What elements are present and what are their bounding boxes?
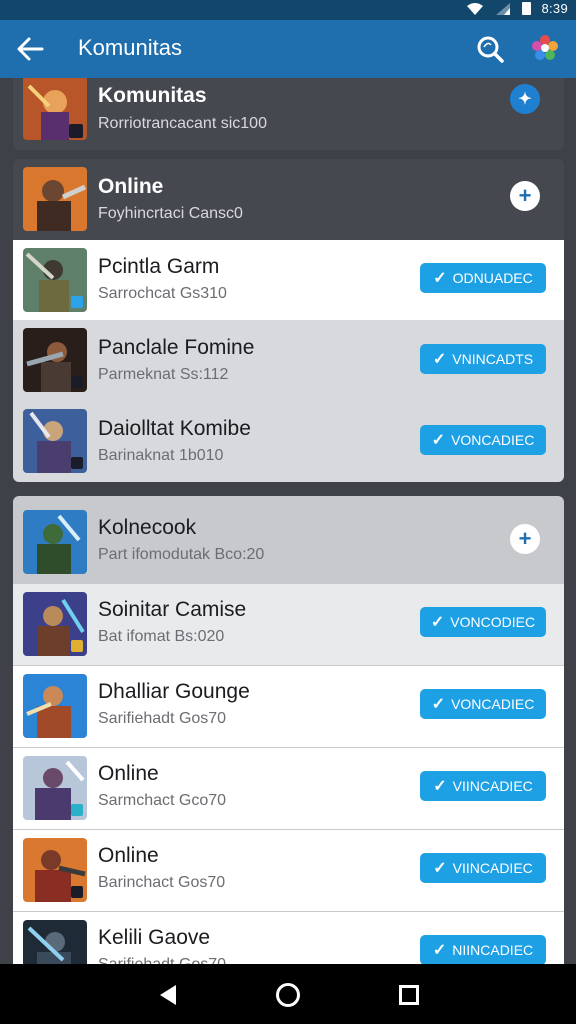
download-button-label: VIINCADIEC bbox=[452, 860, 533, 876]
item-title: Dhalliar Gounge bbox=[98, 680, 250, 703]
download-button-label: VIINCADIEC bbox=[452, 778, 533, 794]
game-thumbnail bbox=[23, 920, 87, 964]
item-title: Pcintla Garm bbox=[98, 255, 220, 278]
community-section: Online Foyhincrtaci Cansc0 + Pcintla Gar… bbox=[13, 159, 564, 482]
section-title: Kolnecook bbox=[98, 516, 197, 539]
item-subtitle: Sarifiehadt Gos70 bbox=[98, 956, 226, 964]
navigation-bar bbox=[0, 964, 576, 1024]
item-subtitle: Sarmchact Gco70 bbox=[98, 792, 227, 809]
download-button-label: VONCADIEC bbox=[451, 432, 535, 448]
game-thumbnail bbox=[23, 248, 87, 312]
search-icon[interactable] bbox=[474, 33, 506, 65]
add-button[interactable]: + bbox=[510, 181, 540, 211]
status-bar: 8:39 bbox=[0, 0, 576, 20]
section-header[interactable]: Komunitas Rorriotrancacant sic100 ✦ bbox=[13, 78, 564, 150]
game-thumbnail bbox=[23, 328, 87, 392]
game-thumbnail bbox=[23, 78, 87, 140]
game-thumbnail bbox=[23, 756, 87, 820]
check-icon: ✓ bbox=[430, 614, 445, 631]
download-button[interactable]: ✓ ODNUADEC bbox=[420, 263, 546, 293]
game-thumbnail bbox=[23, 167, 87, 231]
list-item[interactable]: Panclale Fomine Parmeknat Ss:112 ✓ VNINC… bbox=[13, 320, 564, 401]
download-button-label: VONCADIEC bbox=[451, 696, 535, 712]
battery-icon bbox=[522, 2, 532, 15]
section-subtitle: Foyhincrtaci Cansc0 bbox=[98, 205, 243, 222]
game-thumbnail bbox=[23, 409, 87, 473]
nav-recents-icon[interactable] bbox=[399, 985, 419, 1005]
list-item[interactable]: Soinitar Camise Bat ifomat Bs:020 ✓ VONC… bbox=[13, 584, 564, 665]
item-title: Panclale Fomine bbox=[98, 336, 255, 359]
section-header[interactable]: Online Foyhincrtaci Cansc0 + bbox=[13, 159, 564, 240]
item-subtitle: Sarifiehadt Gos70 bbox=[98, 710, 227, 727]
list-item[interactable]: Daiolltat Komibe Barinaknat 1b010 ✓ VONC… bbox=[13, 401, 564, 482]
item-title: Daiolltat Komibe bbox=[98, 417, 251, 440]
item-subtitle: Sarrochcat Gs310 bbox=[98, 285, 227, 302]
check-icon: ✓ bbox=[433, 270, 447, 287]
wifi-icon bbox=[467, 2, 484, 15]
check-icon: ✓ bbox=[431, 432, 446, 449]
download-button-label: NIINCADIEC bbox=[452, 942, 534, 958]
section-subtitle: Part ifomodutak Bco:20 bbox=[98, 546, 265, 563]
nav-back-icon[interactable] bbox=[158, 984, 178, 1006]
nav-home-icon[interactable] bbox=[276, 983, 300, 1007]
item-title: Kelili Gaove bbox=[98, 926, 211, 949]
item-subtitle: Barinaknat 1b010 bbox=[98, 447, 224, 464]
download-button-label: VNINCADTS bbox=[452, 351, 534, 367]
plus-icon: + bbox=[518, 183, 532, 208]
check-icon: ✓ bbox=[433, 860, 447, 877]
item-subtitle: Barinchact Gos70 bbox=[98, 874, 226, 891]
section-subtitle: Rorriotrancacant sic100 bbox=[98, 115, 267, 132]
game-thumbnail bbox=[23, 674, 87, 738]
back-arrow-icon[interactable] bbox=[14, 34, 46, 64]
add-button[interactable]: + bbox=[510, 524, 540, 554]
section-title: Komunitas bbox=[98, 84, 207, 107]
check-icon: ✓ bbox=[431, 696, 446, 713]
download-button[interactable]: ✓ VONCODIEC bbox=[420, 607, 546, 637]
download-button[interactable]: ✓ VONCADIEC bbox=[420, 689, 546, 719]
check-icon: ✓ bbox=[432, 942, 447, 959]
community-section: Kolnecook Part ifomodutak Bco:20 + Soini… bbox=[13, 496, 564, 964]
game-thumbnail bbox=[23, 510, 87, 574]
list-item[interactable]: Online Barinchact Gos70 ✓ VIINCADIEC bbox=[13, 830, 564, 911]
item-subtitle: Bat ifomat Bs:020 bbox=[98, 628, 225, 645]
check-icon: ✓ bbox=[432, 351, 447, 368]
app-bar: Komunitas bbox=[0, 20, 576, 78]
signal-icon bbox=[496, 2, 511, 15]
item-title: Online bbox=[98, 844, 159, 867]
flower-icon[interactable] bbox=[530, 33, 560, 63]
download-button-label: ODNUADEC bbox=[452, 270, 533, 286]
download-button-label: VONCODIEC bbox=[450, 614, 536, 630]
download-button[interactable]: ✓ VIINCADIEC bbox=[420, 853, 546, 883]
item-title: Online bbox=[98, 762, 159, 785]
add-button[interactable]: ✦ bbox=[510, 84, 540, 114]
list-item[interactable]: Online Sarmchact Gco70 ✓ VIINCADIEC bbox=[13, 748, 564, 829]
download-button[interactable]: ✓ VONCADIEC bbox=[420, 425, 546, 455]
list-item[interactable]: Kelili Gaove Sarifiehadt Gos70 ✓ NIINCAD… bbox=[13, 912, 564, 964]
game-thumbnail bbox=[23, 838, 87, 902]
status-time: 8:39 bbox=[541, 1, 568, 16]
plus-icon: + bbox=[518, 526, 532, 551]
download-button[interactable]: ✓ NIINCADIEC bbox=[420, 935, 546, 964]
community-section: Komunitas Rorriotrancacant sic100 ✦ bbox=[13, 78, 564, 150]
item-subtitle: Parmeknat Ss:112 bbox=[98, 366, 229, 383]
section-header[interactable]: Kolnecook Part ifomodutak Bco:20 + bbox=[13, 496, 564, 584]
status-icons: 8:39 bbox=[466, 1, 568, 16]
page-title: Komunitas bbox=[78, 35, 182, 60]
game-thumbnail bbox=[23, 592, 87, 656]
list-item[interactable]: Pcintla Garm Sarrochcat Gs310 ✓ ODNUADEC bbox=[13, 240, 564, 320]
download-button[interactable]: ✓ VNINCADTS bbox=[420, 344, 546, 374]
section-title: Online bbox=[98, 175, 164, 198]
download-button[interactable]: ✓ VIINCADIEC bbox=[420, 771, 546, 801]
list-item[interactable]: Dhalliar Gounge Sarifiehadt Gos70 ✓ VONC… bbox=[13, 666, 564, 747]
check-icon: ✓ bbox=[433, 778, 447, 795]
community-list[interactable]: Komunitas Rorriotrancacant sic100 ✦ Onli… bbox=[0, 78, 576, 964]
item-title: Soinitar Camise bbox=[98, 598, 247, 621]
plus-icon: ✦ bbox=[518, 91, 532, 108]
